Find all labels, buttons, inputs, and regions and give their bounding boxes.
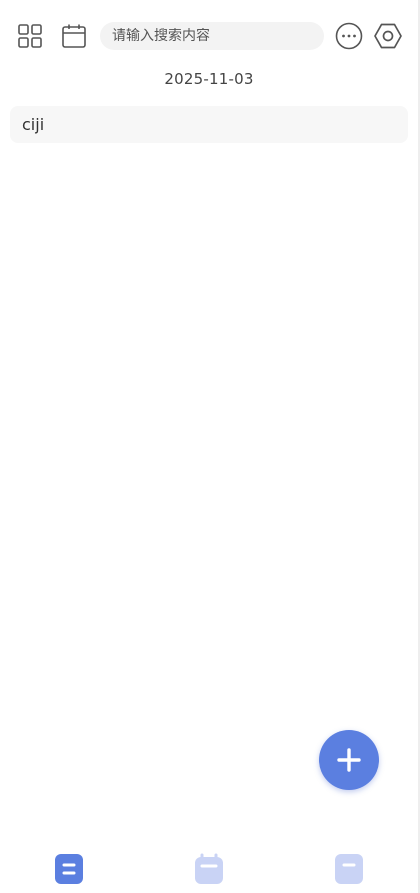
search-box[interactable] — [100, 22, 324, 50]
more-dots-icon — [335, 22, 363, 50]
tab-note[interactable] — [333, 852, 365, 886]
settings-hexagon-icon — [374, 23, 402, 49]
list-tab-icon — [55, 854, 83, 884]
top-bar — [0, 0, 420, 72]
entry-list: ciji — [10, 106, 408, 143]
search-input[interactable] — [112, 28, 312, 44]
bottom-nav — [0, 840, 418, 893]
more-button[interactable] — [333, 20, 365, 52]
entry-title: ciji — [22, 115, 45, 134]
calendar-icon — [62, 24, 86, 48]
note-tab-icon — [335, 854, 363, 884]
add-entry-button[interactable] — [319, 730, 379, 790]
date-label: 2025-11-03 — [164, 70, 254, 88]
settings-button[interactable] — [371, 19, 405, 53]
tab-list[interactable] — [53, 852, 85, 886]
plus-icon — [337, 748, 361, 772]
tab-calendar[interactable] — [193, 852, 225, 886]
calendar-button[interactable] — [58, 20, 90, 52]
grid-view-button[interactable] — [14, 20, 46, 52]
calendar-tab-icon — [195, 853, 223, 884]
grid-icon — [18, 24, 42, 48]
list-item[interactable]: ciji — [10, 106, 408, 143]
